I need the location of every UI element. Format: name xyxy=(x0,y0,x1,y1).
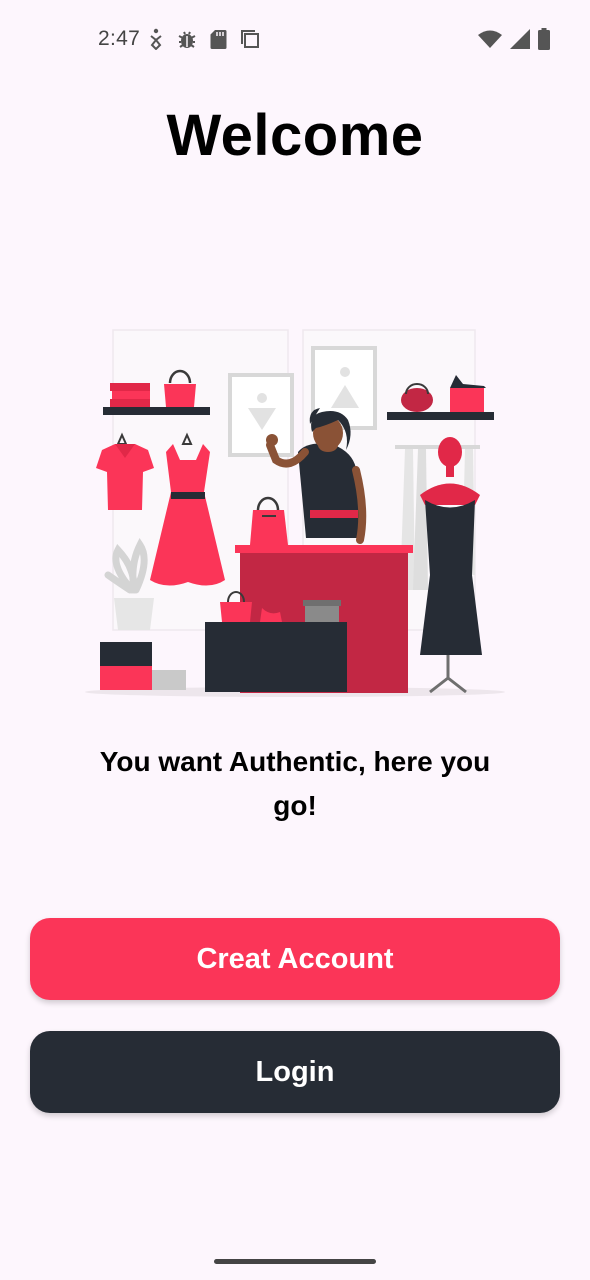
status-icons-left xyxy=(148,28,260,50)
bug-icon xyxy=(178,31,196,48)
create-account-button[interactable]: Creat Account xyxy=(30,918,560,1000)
accessibility-icon xyxy=(150,28,162,50)
battery-icon xyxy=(538,28,550,50)
status-icons-right xyxy=(478,28,550,50)
sd-card-icon xyxy=(210,30,227,49)
tagline-text: You want Authentic, here you go! xyxy=(99,746,491,821)
copy-icon xyxy=(241,30,259,48)
status-time: 2:47 xyxy=(98,27,141,50)
status-bar: 2:47 xyxy=(0,0,590,80)
home-indicator[interactable] xyxy=(214,1259,376,1264)
page-title: Welcome xyxy=(166,103,424,168)
login-button[interactable]: Login xyxy=(30,1031,560,1113)
shop-clerk-illustration xyxy=(85,329,505,697)
cellular-signal-icon xyxy=(510,29,530,49)
wifi-icon xyxy=(478,30,502,48)
